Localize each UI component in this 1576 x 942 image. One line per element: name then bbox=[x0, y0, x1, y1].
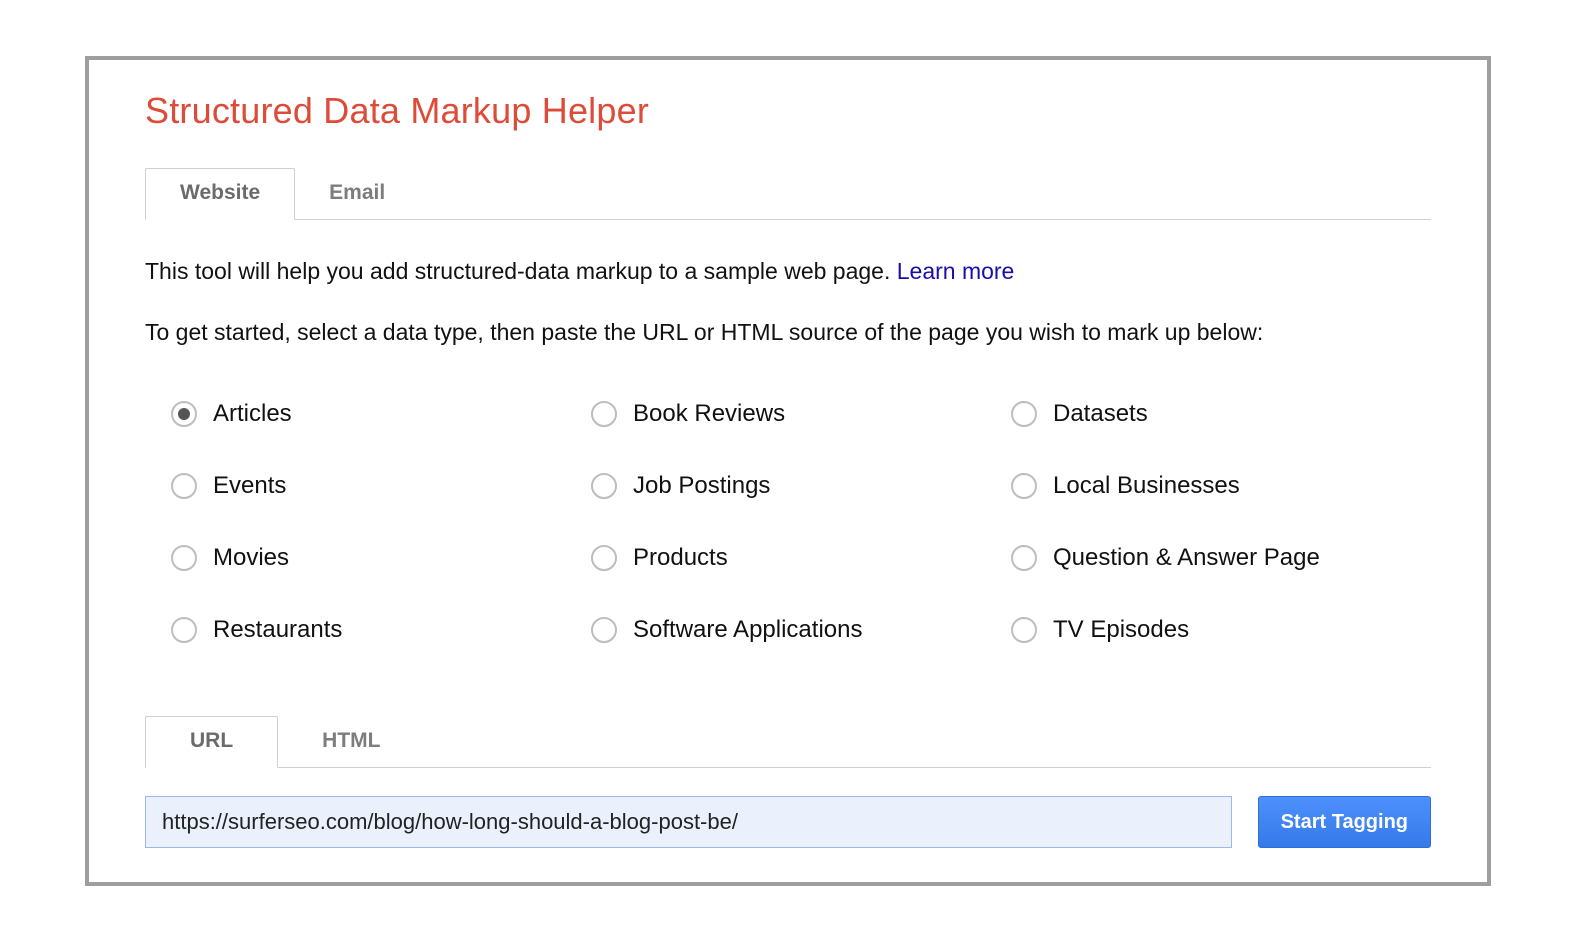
content-type-tabs: Website Email bbox=[145, 168, 1431, 220]
radio-option-tv-episodes[interactable]: TV Episodes bbox=[1011, 616, 1431, 644]
radio-icon bbox=[171, 545, 197, 571]
radio-label: TV Episodes bbox=[1053, 616, 1189, 644]
radio-icon bbox=[1011, 545, 1037, 571]
lead-text: To get started, select a data type, then… bbox=[145, 317, 1431, 348]
learn-more-link[interactable]: Learn more bbox=[897, 258, 1015, 284]
source-tabs: URL HTML bbox=[145, 716, 1431, 768]
radio-icon bbox=[1011, 473, 1037, 499]
radio-label: Articles bbox=[213, 400, 292, 428]
data-type-options: Articles Book Reviews Datasets Events Jo… bbox=[171, 400, 1431, 644]
radio-option-local-businesses[interactable]: Local Businesses bbox=[1011, 472, 1431, 500]
radio-option-book-reviews[interactable]: Book Reviews bbox=[591, 400, 1011, 428]
tab-website[interactable]: Website bbox=[145, 168, 295, 220]
url-input-row: Start Tagging bbox=[145, 796, 1431, 848]
radio-label: Events bbox=[213, 472, 286, 500]
radio-label: Products bbox=[633, 544, 728, 572]
intro-text: This tool will help you add structured-d… bbox=[145, 256, 1431, 287]
radio-option-articles[interactable]: Articles bbox=[171, 400, 591, 428]
radio-icon bbox=[591, 545, 617, 571]
radio-label: Datasets bbox=[1053, 400, 1148, 428]
radio-label: Job Postings bbox=[633, 472, 770, 500]
intro-text-body: This tool will help you add structured-d… bbox=[145, 258, 897, 284]
radio-option-software-apps[interactable]: Software Applications bbox=[591, 616, 1011, 644]
tab-email[interactable]: Email bbox=[295, 169, 419, 219]
radio-label: Local Businesses bbox=[1053, 472, 1240, 500]
radio-icon bbox=[591, 473, 617, 499]
url-input[interactable] bbox=[145, 796, 1232, 848]
radio-option-products[interactable]: Products bbox=[591, 544, 1011, 572]
radio-icon bbox=[1011, 617, 1037, 643]
radio-icon bbox=[1011, 401, 1037, 427]
radio-icon bbox=[591, 401, 617, 427]
radio-option-movies[interactable]: Movies bbox=[171, 544, 591, 572]
radio-label: Book Reviews bbox=[633, 400, 785, 428]
radio-option-job-postings[interactable]: Job Postings bbox=[591, 472, 1011, 500]
radio-icon bbox=[171, 617, 197, 643]
radio-label: Restaurants bbox=[213, 616, 342, 644]
radio-label: Question & Answer Page bbox=[1053, 544, 1320, 572]
tab-html[interactable]: HTML bbox=[278, 717, 424, 767]
radio-option-events[interactable]: Events bbox=[171, 472, 591, 500]
page-title: Structured Data Markup Helper bbox=[145, 90, 1431, 132]
radio-label: Software Applications bbox=[633, 616, 862, 644]
tab-url[interactable]: URL bbox=[145, 716, 278, 768]
radio-option-qa-page[interactable]: Question & Answer Page bbox=[1011, 544, 1431, 572]
radio-label: Movies bbox=[213, 544, 289, 572]
radio-icon bbox=[171, 401, 197, 427]
radio-option-datasets[interactable]: Datasets bbox=[1011, 400, 1431, 428]
app-frame: Structured Data Markup Helper Website Em… bbox=[0, 0, 1576, 942]
radio-option-restaurants[interactable]: Restaurants bbox=[171, 616, 591, 644]
start-tagging-button[interactable]: Start Tagging bbox=[1258, 796, 1431, 848]
main-panel: Structured Data Markup Helper Website Em… bbox=[85, 56, 1491, 886]
radio-icon bbox=[171, 473, 197, 499]
radio-icon bbox=[591, 617, 617, 643]
